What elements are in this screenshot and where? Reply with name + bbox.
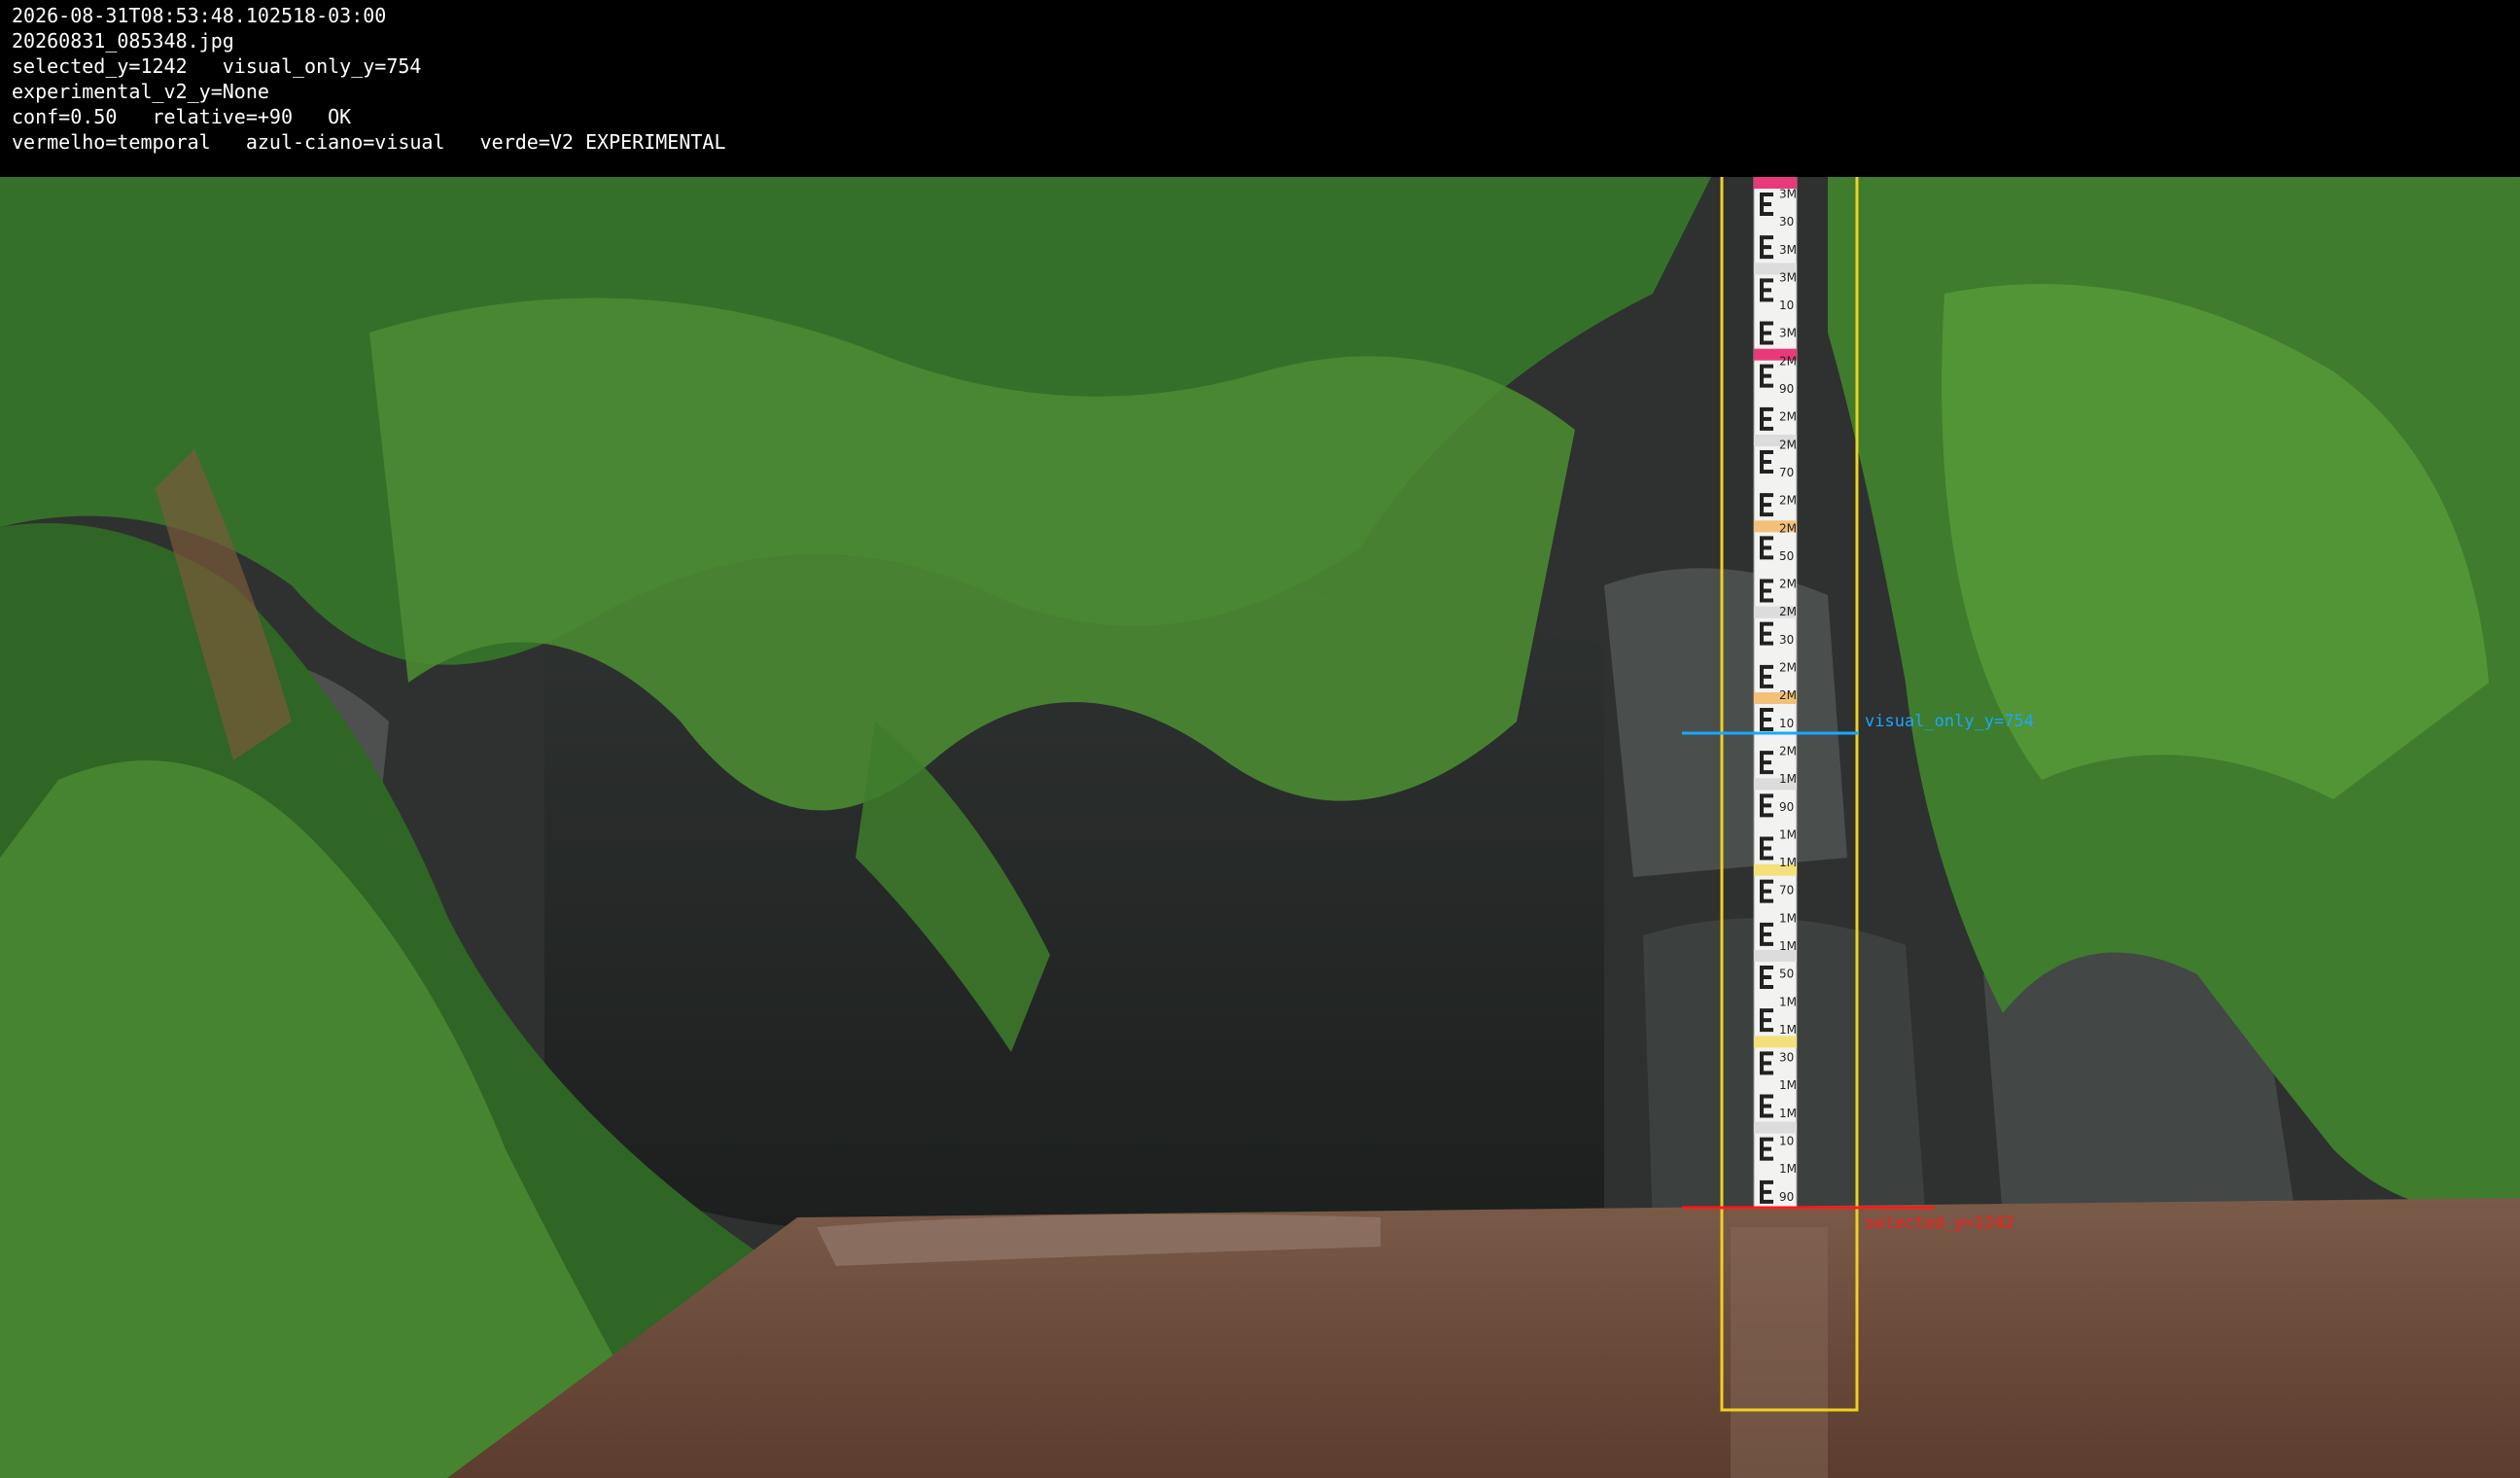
gauge-tick-label: 1M: [1779, 772, 1797, 786]
gauge-tick-label: 1M: [1779, 827, 1797, 841]
gauge-e-mark: [1760, 193, 1773, 216]
gauge-tick-label: 2M: [1779, 354, 1797, 368]
gauge-tick-label: 2M: [1779, 438, 1797, 451]
gauge-tick-label: 2M: [1779, 494, 1797, 508]
selected-level-label: selected_y=1242: [1865, 1214, 2014, 1233]
gauge-e-mark: [1760, 793, 1773, 818]
gauge-tick-label: 2M: [1779, 661, 1797, 675]
river-gauge-photo: 3M 30 3M 3M 10 3M 2M 90 2M 2M 70 2M 2M 50 2M 2M 30 2M 2M 10…: [0, 177, 2520, 1478]
boulder-upper: [1604, 568, 1847, 877]
filename-text: 20260831_085348.jpg: [12, 29, 234, 53]
gauge-e-mark: [1760, 1094, 1773, 1118]
timestamp-text: 2026-08-31T08:53:48.102518-03:00: [12, 4, 387, 27]
gauge-e-mark: [1760, 235, 1773, 260]
gauge-tick-label: 30: [1779, 1051, 1794, 1065]
gauge-tick-label: 1M: [1779, 856, 1797, 869]
gauge-tick-label: 1M: [1779, 1107, 1797, 1120]
gauge-e-mark: [1760, 1137, 1773, 1161]
gauge-e-mark: [1760, 1179, 1773, 1204]
gauge-e-mark: [1760, 879, 1773, 903]
gauge-tick-label: 30: [1779, 633, 1794, 647]
gauge-tick-label: 3M: [1779, 187, 1797, 200]
gauge-e-mark: [1760, 579, 1773, 603]
visual-level-label: visual_only_y=754: [1865, 712, 2034, 731]
gauge-tick-label: 2M: [1779, 688, 1797, 702]
gauge-tick-label: 3M: [1779, 327, 1797, 340]
confidence-text: conf=0.50 relative=+90 OK: [12, 105, 352, 128]
gauge-e-mark: [1760, 708, 1773, 731]
gauge-tick-label: 2M: [1779, 578, 1797, 591]
info-header: 2026-08-31T08:53:48.102518-03:00 2026083…: [0, 0, 2520, 177]
gauge-e-mark: [1760, 664, 1773, 688]
gauge-tick-label: 2M: [1779, 521, 1797, 535]
gauge-e-mark: [1760, 1051, 1773, 1075]
gauge-tick-label: 1M: [1779, 1078, 1797, 1092]
gauge-tick-label: 1M: [1779, 939, 1797, 953]
gauge-e-mark: [1760, 493, 1773, 517]
gauge-e-mark: [1760, 450, 1773, 474]
gauge-e-mark: [1760, 278, 1773, 302]
gauge-color-band: [1754, 1121, 1797, 1134]
gauge-e-mark: [1760, 364, 1773, 388]
scene-drawing: 3M 30 3M 3M 10 3M 2M 90 2M 2M 70 2M 2M 50 2M 2M 30 2M 2M 10…: [0, 177, 2520, 1478]
gauge-e-mark: [1760, 321, 1773, 345]
gauge-e-mark: [1760, 621, 1773, 646]
gauge-tick-label: 90: [1779, 1190, 1794, 1204]
gauge-e-mark: [1760, 922, 1773, 946]
gauge-tick-label: 90: [1779, 382, 1794, 396]
experimental-value-text: experimental_v2_y=None: [12, 80, 269, 103]
gauge-tick-label: 10: [1779, 299, 1794, 312]
color-legend-text: vermelho=temporal azul-ciano=visual verd…: [12, 130, 726, 154]
gauge-tick-label: 3M: [1779, 243, 1797, 257]
gauge-tick-label: 3M: [1779, 270, 1797, 284]
gauge-tick-label: 90: [1779, 800, 1794, 814]
water-level-gauge-staff: 3M 30 3M 3M 10 3M 2M 90 2M 2M 70 2M 2M 50 2M 2M 30 2M 2M 10…: [1753, 177, 1798, 1209]
gauge-e-mark: [1760, 406, 1773, 431]
gauge-tick-label: 70: [1779, 466, 1794, 479]
gauge-color-band: [1754, 1036, 1797, 1048]
gauge-tick-label: 1M: [1779, 1162, 1797, 1176]
gauge-tick-label: 30: [1779, 215, 1794, 229]
gauge-tick-label: 1M: [1779, 995, 1797, 1008]
gauge-e-mark: [1760, 966, 1773, 989]
gauge-tick-label: 50: [1779, 968, 1794, 981]
gauge-tick-label: 10: [1779, 1135, 1794, 1148]
gauge-tick-label: 70: [1779, 884, 1794, 897]
gauge-tick-label: 1M: [1779, 911, 1797, 925]
gauge-tick-label: 10: [1779, 717, 1794, 730]
gauge-e-mark: [1760, 836, 1773, 861]
gauge-e-mark: [1760, 536, 1773, 560]
annotated-camera-frame: 2026-08-31T08:53:48.102518-03:00 2026083…: [0, 0, 2520, 1478]
gauge-e-mark: [1760, 751, 1773, 775]
gauge-tick-label: 2M: [1779, 605, 1797, 618]
selected-visual-values-text: selected_y=1242 visual_only_y=754: [12, 54, 422, 78]
gauge-tick-label: 2M: [1779, 744, 1797, 757]
gauge-reflection: [1731, 1227, 1828, 1478]
gauge-tick-label: 2M: [1779, 410, 1797, 424]
gauge-tick-label: 1M: [1779, 1023, 1797, 1037]
gauge-e-mark: [1760, 1008, 1773, 1033]
gauge-tick-label: 50: [1779, 549, 1794, 563]
